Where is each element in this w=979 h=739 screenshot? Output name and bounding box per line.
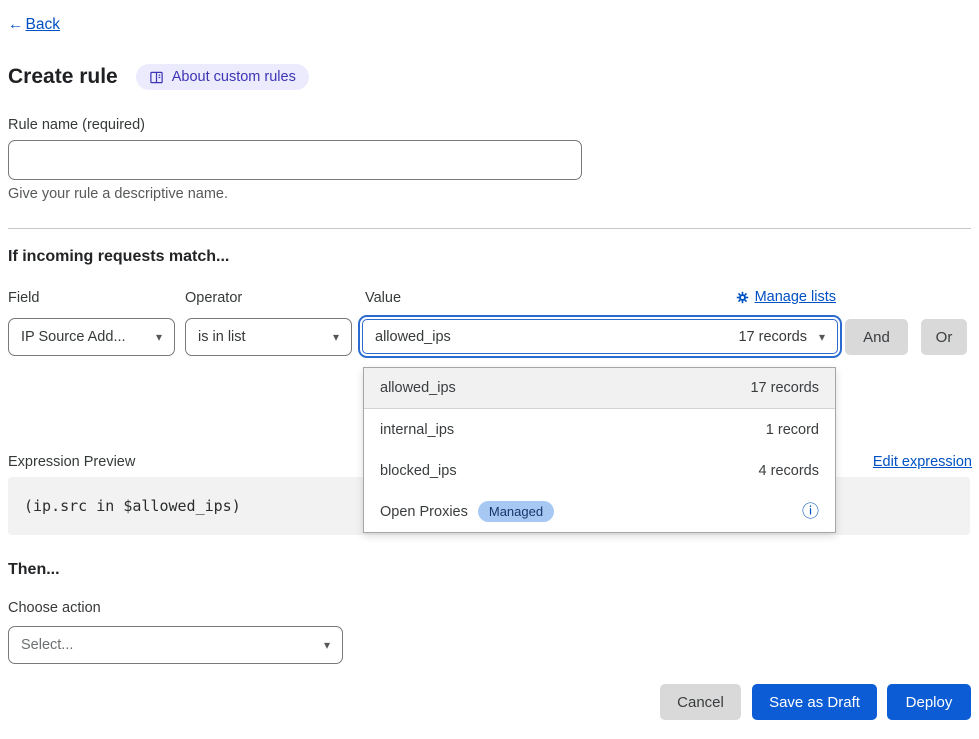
list-option-blocked-ips[interactable]: blocked_ips 4 records: [364, 450, 835, 491]
list-option-open-proxies[interactable]: Open Proxies Managed ⓘ: [364, 491, 835, 532]
edit-expression-link[interactable]: Edit expression: [873, 454, 972, 470]
list-option-name: allowed_ips: [380, 380, 456, 396]
section-divider: [8, 228, 971, 229]
list-option-name: internal_ips: [380, 422, 454, 438]
value-select-value: allowed_ips: [375, 329, 451, 345]
back-link-label: Back: [26, 16, 60, 34]
chevron-down-icon: ▾: [333, 331, 339, 343]
list-dropdown-panel: allowed_ips 17 records internal_ips 1 re…: [363, 367, 836, 533]
choose-action-label: Choose action: [8, 600, 101, 616]
list-option-allowed-ips[interactable]: allowed_ips 17 records: [364, 368, 835, 409]
about-badge-label: About custom rules: [172, 69, 296, 85]
back-link[interactable]: ←Back: [8, 16, 60, 34]
field-select-value: IP Source Add...: [21, 329, 126, 345]
and-button[interactable]: And: [845, 319, 908, 355]
rule-name-label: Rule name (required): [8, 117, 145, 133]
chevron-down-icon: ▾: [819, 331, 825, 343]
value-select-meta: 17 records: [738, 329, 807, 345]
operator-select-value: is in list: [198, 329, 246, 345]
managed-badge: Managed: [478, 501, 554, 522]
field-select[interactable]: IP Source Add... ▾: [8, 318, 175, 356]
book-icon: [149, 70, 164, 85]
rule-name-helper: Give your rule a descriptive name.: [8, 186, 228, 202]
list-option-name: Open Proxies: [380, 504, 468, 520]
expression-code: (ip.src in $allowed_ips): [24, 497, 241, 515]
chevron-down-icon: ▾: [324, 639, 330, 651]
value-select-inner: allowed_ips 17 records ▾: [362, 319, 838, 354]
back-arrow-icon: ←: [8, 16, 24, 34]
manage-lists-link[interactable]: Manage lists: [736, 289, 836, 305]
create-rule-page: ←Back Create rule About custom rules Rul…: [0, 0, 979, 739]
match-section-heading: If incoming requests match...: [8, 248, 229, 266]
operator-select[interactable]: is in list ▾: [185, 318, 352, 356]
page-header: Create rule About custom rules: [8, 64, 309, 90]
value-select[interactable]: allowed_ips 17 records ▾: [358, 315, 842, 358]
cancel-button[interactable]: Cancel: [660, 684, 741, 720]
list-option-internal-ips[interactable]: internal_ips 1 record: [364, 409, 835, 450]
save-as-draft-button[interactable]: Save as Draft: [752, 684, 877, 720]
then-section-heading: Then...: [8, 561, 60, 579]
about-custom-rules-link[interactable]: About custom rules: [136, 64, 309, 90]
list-option-meta: 1 record: [766, 422, 819, 438]
list-option-name: blocked_ips: [380, 463, 457, 479]
operator-label: Operator: [185, 290, 242, 306]
chevron-down-icon: ▾: [156, 331, 162, 343]
or-button[interactable]: Or: [921, 319, 967, 355]
info-icon[interactable]: ⓘ: [802, 503, 819, 520]
gear-icon: [736, 291, 749, 304]
field-label: Field: [8, 290, 39, 306]
manage-lists-label: Manage lists: [755, 289, 836, 305]
action-select-placeholder: Select...: [21, 637, 73, 653]
action-select[interactable]: Select... ▾: [8, 626, 343, 664]
list-option-meta: 4 records: [759, 463, 819, 479]
list-option-meta: 17 records: [750, 380, 819, 396]
value-label: Value: [365, 290, 401, 306]
deploy-button[interactable]: Deploy: [887, 684, 971, 720]
expression-preview-label: Expression Preview: [8, 454, 135, 470]
rule-name-input[interactable]: [8, 140, 582, 180]
page-title: Create rule: [8, 65, 118, 89]
